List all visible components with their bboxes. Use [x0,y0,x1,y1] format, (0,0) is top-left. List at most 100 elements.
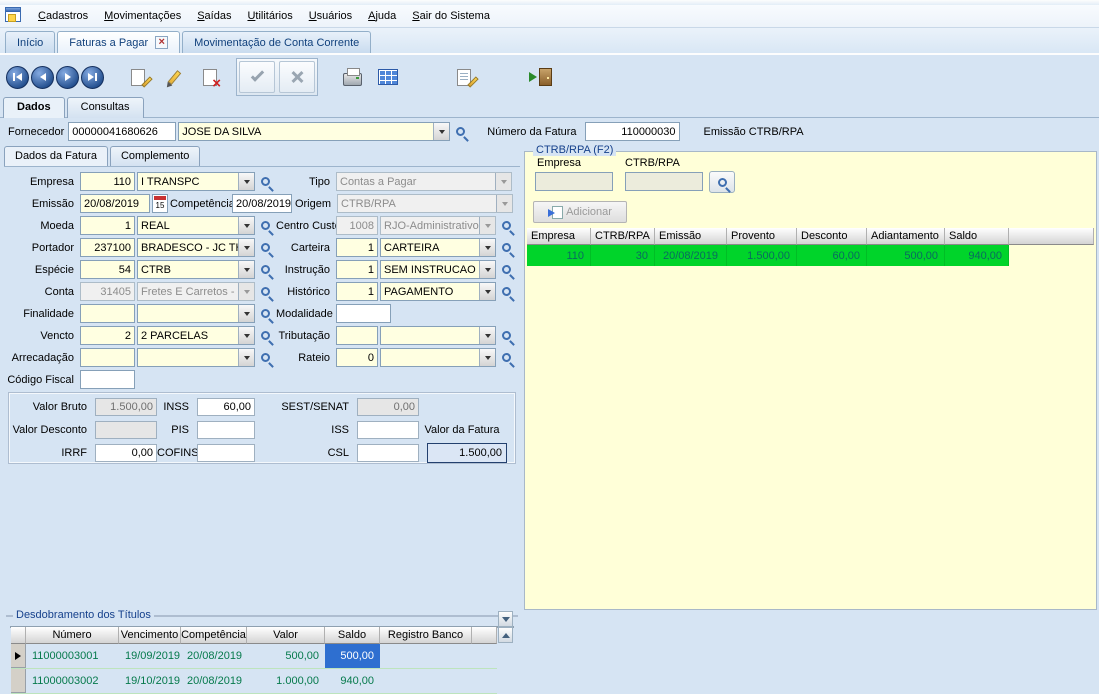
moeda-combo[interactable]: REAL [137,216,255,235]
dropdown-arrow-icon[interactable] [479,327,495,344]
historico-combo[interactable]: PAGAMENTO [380,282,496,301]
close-tab-icon[interactable] [155,36,168,49]
tab-complemento[interactable]: Complemento [110,146,200,166]
dropdown-arrow-icon[interactable] [479,349,495,366]
nav-last-button[interactable] [81,66,104,89]
fornecedor-combo[interactable]: JOSE DA SILVA [178,122,450,141]
exit-button[interactable] [522,61,558,93]
grid-view-button[interactable] [370,61,406,93]
menu-sair-do-sistema[interactable]: Sair do Sistema [404,7,498,25]
especie-code-field[interactable]: 54 [80,260,135,279]
titulo-row-2[interactable]: 11000003002 19/10/2019 20/08/2019 1.000,… [11,669,497,694]
fornecedor-code-field[interactable]: 00000041680626 [68,122,176,141]
print-button[interactable] [334,61,370,93]
cofins-field[interactable] [197,444,255,462]
edit-document-button[interactable] [446,61,482,93]
historico-search-icon[interactable] [498,283,515,301]
carteira-combo[interactable]: CARTEIRA [380,238,496,257]
calendar-button[interactable]: 15 [152,194,168,213]
adicionar-button[interactable]: Adicionar [533,201,627,223]
ctrb-empresa-field[interactable] [535,172,613,191]
pis-field[interactable] [197,421,255,439]
rateio-search-icon[interactable] [498,349,515,367]
nav-next-button[interactable] [56,66,79,89]
empresa-combo[interactable]: I TRANSPC [137,172,255,191]
tab-dados[interactable]: Dados [3,97,65,118]
portador-combo[interactable]: BRADESCO - JC TH [137,238,255,257]
finalidade-search-icon[interactable] [257,305,274,323]
numero-fatura-field[interactable]: 110000030 [585,122,680,141]
carteira-code-field[interactable]: 1 [336,238,378,257]
arrecadacao-combo[interactable] [137,348,255,367]
empresa-code-field[interactable]: 110 [80,172,135,191]
rateio-code-field[interactable]: 0 [336,348,378,367]
irrf-field[interactable]: 0,00 [95,444,157,462]
instrucao-code-field[interactable]: 1 [336,260,378,279]
dropdown-arrow-icon[interactable] [238,327,254,344]
menu-usuarios[interactable]: Usuários [301,7,360,25]
nav-previous-button[interactable] [31,66,54,89]
vencto-code-field[interactable]: 2 [80,326,135,345]
ctrb-selected-row[interactable]: 110 30 20/08/2019 1.500,00 60,00 500,00 … [527,245,1094,266]
tributacao-code-field[interactable] [336,326,378,345]
inss-field[interactable]: 60,00 [197,398,255,416]
dropdown-arrow-icon[interactable] [479,239,495,256]
tab-faturas-a-pagar[interactable]: Faturas a Pagar [57,31,180,53]
moeda-search-icon[interactable] [257,217,274,235]
historico-code-field[interactable]: 1 [336,282,378,301]
dropdown-arrow-icon[interactable] [238,305,254,322]
dropdown-arrow-icon[interactable] [238,261,254,278]
dropdown-arrow-icon[interactable] [238,217,254,234]
instrucao-search-icon[interactable] [498,261,515,279]
arrecadacao-code-field[interactable] [80,348,135,367]
menu-cadastros[interactable]: Cadastros [30,7,96,25]
titulo-row-1[interactable]: 11000003001 19/09/2019 20/08/2019 500,00… [11,644,497,669]
vencto-search-icon[interactable] [257,327,274,345]
menu-saidas[interactable]: Saídas [189,7,239,25]
arrecadacao-search-icon[interactable] [257,349,274,367]
menu-utilitarios[interactable]: Utilitários [239,7,300,25]
instrucao-combo[interactable]: SEM INSTRUCAO [380,260,496,279]
conta-search-icon[interactable] [257,283,274,301]
selected-cell[interactable]: 500,00 [325,644,380,668]
menu-movimentacoes[interactable]: Movimentações [96,7,189,25]
especie-combo[interactable]: CTRB [137,260,255,279]
finalidade-combo[interactable] [137,304,255,323]
portador-search-icon[interactable] [257,239,274,257]
modalidade-field[interactable] [336,304,391,323]
conta-combo[interactable]: Fretes E Carretos - [137,282,255,301]
centro-custo-combo[interactable]: RJO-Administrativo [380,216,496,235]
ctrb-search-button[interactable] [709,171,735,193]
centro-custo-search-icon[interactable] [498,217,515,235]
tab-inicio[interactable]: Início [5,31,55,53]
dropdown-arrow-icon[interactable] [238,349,254,366]
dropdown-arrow-icon[interactable] [238,173,254,190]
edit-record-button[interactable] [156,61,192,93]
carteira-search-icon[interactable] [498,239,515,257]
tipo-combo[interactable]: Contas a Pagar [336,172,512,191]
rateio-combo[interactable] [380,348,496,367]
moeda-code-field[interactable]: 1 [80,216,135,235]
dropdown-arrow-icon[interactable] [479,283,495,300]
dropdown-arrow-icon[interactable] [479,261,495,278]
competencia-date-field[interactable]: 20/08/2019 [232,194,292,213]
conta-code-field[interactable]: 31405 [80,282,135,301]
tributacao-search-icon[interactable] [498,327,515,345]
emissao-date-field[interactable]: 20/08/2019 [80,194,150,213]
finalidade-code-field[interactable] [80,304,135,323]
new-record-button[interactable] [120,61,156,93]
tributacao-combo[interactable] [380,326,496,345]
tab-dados-da-fatura[interactable]: Dados da Fatura [4,146,108,166]
menu-ajuda[interactable]: Ajuda [360,7,404,25]
cancel-button[interactable] [279,61,315,93]
delete-record-button[interactable] [192,61,228,93]
nav-first-button[interactable] [6,66,29,89]
fornecedor-search-icon[interactable] [452,123,469,141]
origem-combo[interactable]: CTRB/RPA [337,194,513,213]
tab-consultas[interactable]: Consultas [67,97,144,118]
dropdown-arrow-icon[interactable] [433,123,449,140]
especie-search-icon[interactable] [257,261,274,279]
iss-field[interactable] [357,421,419,439]
centro-custo-code-field[interactable]: 1008 [336,216,378,235]
ctrb-rpa-field[interactable] [625,172,703,191]
